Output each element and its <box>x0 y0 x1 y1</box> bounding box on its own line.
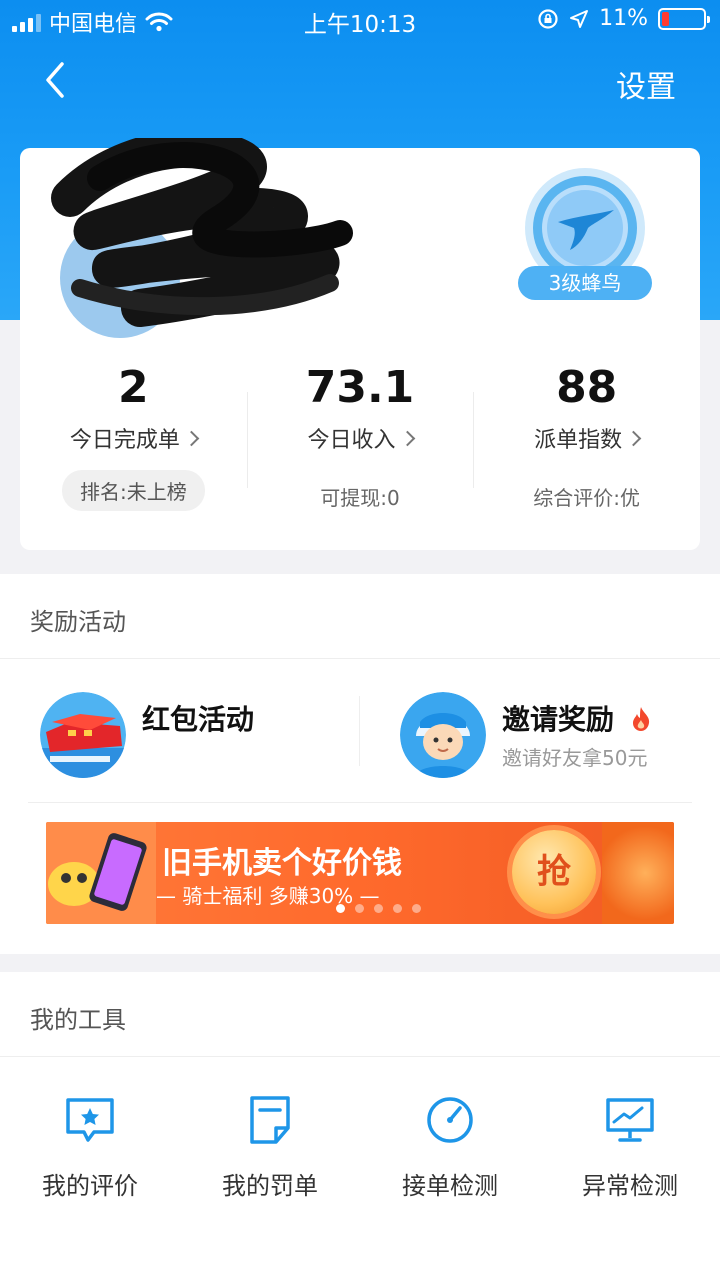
section-title: 奖励活动 <box>30 608 126 636</box>
gauge-icon <box>427 1097 473 1143</box>
rank-pill: 排名:未上榜 <box>61 470 205 511</box>
tool-grid: 我的评价 我的罚单 接单检测 异常检测 <box>0 1092 720 1201</box>
rewards-section: 奖励活动 红包活动 邀请奖励 邀请好友拿50元 旧手机卖个好价钱 — 骑士福利 … <box>0 574 720 954</box>
note-icon <box>250 1096 290 1144</box>
red-packet-icon <box>40 692 126 778</box>
phone-sale-illustration <box>46 822 156 924</box>
redaction-scribble <box>51 138 353 327</box>
promo-banner[interactable]: 旧手机卖个好价钱 — 骑士福利 多赚30% — 抢 <box>46 822 674 924</box>
stat-dispatch-index[interactable]: 88 派单指数 综合评价:优 <box>473 358 700 518</box>
tools-section: 我的工具 我的评价 我的罚单 接单检测 异常检测 <box>0 972 720 1280</box>
reward-invite[interactable]: 邀请奖励 邀请好友拿50元 <box>400 692 700 780</box>
back-icon[interactable] <box>40 60 70 100</box>
rider-profile-page: 中国电信 上午10:13 11% 设置 飞 3级蜂鸟 2 今日完成单 排名:未上… <box>0 0 720 1280</box>
tool-my-reviews[interactable]: 我的评价 <box>0 1092 180 1201</box>
tool-anomaly-check[interactable]: 异常检测 <box>540 1092 720 1201</box>
location-icon <box>570 9 589 28</box>
battery-icon <box>658 7 710 30</box>
reward-red-packet[interactable]: 红包活动 <box>40 692 340 780</box>
stat-income[interactable]: 73.1 今日收入 可提现:0 <box>246 358 474 518</box>
rider-avatar-icon <box>400 692 486 778</box>
fire-icon <box>632 707 649 731</box>
stats-row: 2 今日完成单 排名:未上榜 73.1 今日收入 可提现:0 88 派单指数 综… <box>20 358 700 518</box>
chevron-right-icon <box>399 430 415 446</box>
level-badge-label: 3级蜂鸟 <box>518 266 652 300</box>
chevron-right-icon <box>625 430 642 446</box>
stat-completed-orders[interactable]: 2 今日完成单 排名:未上榜 <box>20 358 247 518</box>
chevron-right-icon <box>183 430 200 446</box>
next-banner-peek <box>602 822 674 924</box>
status-bar: 中国电信 上午10:13 11% <box>0 0 720 40</box>
carousel-dots <box>336 904 421 913</box>
section-title: 我的工具 <box>30 1006 126 1034</box>
tool-order-check[interactable]: 接单检测 <box>360 1092 540 1201</box>
profile-card: 飞 3级蜂鸟 2 今日完成单 排名:未上榜 73.1 今日收入 可提现:0 88… <box>20 138 700 550</box>
battery-percent: 11% <box>599 6 648 31</box>
settings-button[interactable]: 设置 <box>616 62 676 106</box>
grab-button[interactable]: 抢 <box>512 830 596 914</box>
star-chat-icon <box>66 1098 114 1142</box>
monitor-icon <box>606 1098 654 1142</box>
tool-my-penalties[interactable]: 我的罚单 <box>180 1092 360 1201</box>
rotation-lock-icon <box>538 8 558 29</box>
